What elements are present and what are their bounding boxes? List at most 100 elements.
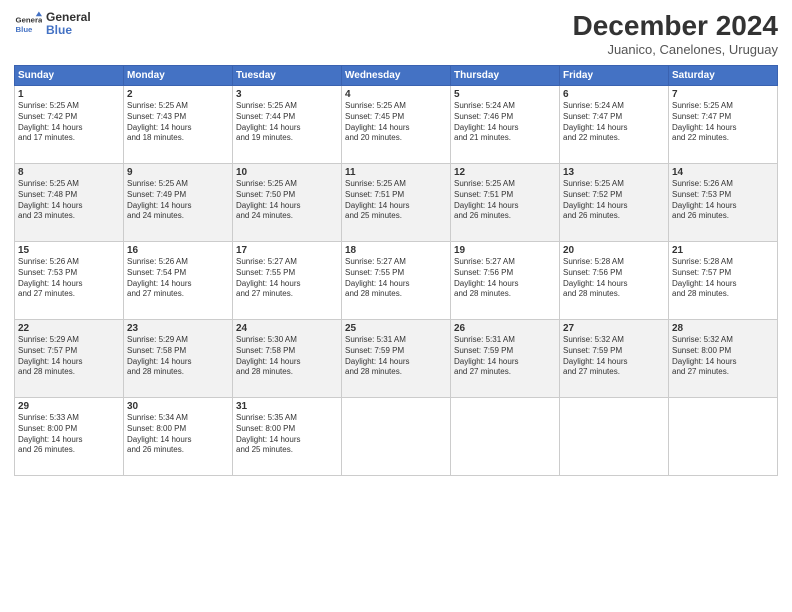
day-info: Sunrise: 5:34 AM Sunset: 8:00 PM Dayligh… xyxy=(127,413,229,456)
day-info: Sunrise: 5:26 AM Sunset: 7:53 PM Dayligh… xyxy=(672,179,774,222)
day-info: Sunrise: 5:25 AM Sunset: 7:52 PM Dayligh… xyxy=(563,179,665,222)
calendar-cell: 4Sunrise: 5:25 AM Sunset: 7:45 PM Daylig… xyxy=(342,86,451,164)
day-number: 26 xyxy=(454,323,556,334)
day-number: 1 xyxy=(18,89,120,100)
day-info: Sunrise: 5:28 AM Sunset: 7:57 PM Dayligh… xyxy=(672,257,774,300)
calendar-cell xyxy=(560,398,669,476)
calendar-week-5: 29Sunrise: 5:33 AM Sunset: 8:00 PM Dayli… xyxy=(15,398,778,476)
day-number: 17 xyxy=(236,245,338,256)
calendar-cell: 13Sunrise: 5:25 AM Sunset: 7:52 PM Dayli… xyxy=(560,164,669,242)
weekday-monday: Monday xyxy=(124,66,233,86)
day-info: Sunrise: 5:24 AM Sunset: 7:47 PM Dayligh… xyxy=(563,101,665,144)
day-number: 15 xyxy=(18,245,120,256)
day-number: 22 xyxy=(18,323,120,334)
day-number: 5 xyxy=(454,89,556,100)
calendar-cell: 18Sunrise: 5:27 AM Sunset: 7:55 PM Dayli… xyxy=(342,242,451,320)
day-info: Sunrise: 5:27 AM Sunset: 7:55 PM Dayligh… xyxy=(236,257,338,300)
day-number: 24 xyxy=(236,323,338,334)
calendar-cell: 21Sunrise: 5:28 AM Sunset: 7:57 PM Dayli… xyxy=(669,242,778,320)
day-number: 21 xyxy=(672,245,774,256)
day-number: 20 xyxy=(563,245,665,256)
weekday-header-row: SundayMondayTuesdayWednesdayThursdayFrid… xyxy=(15,66,778,86)
day-info: Sunrise: 5:29 AM Sunset: 7:58 PM Dayligh… xyxy=(127,335,229,378)
day-number: 30 xyxy=(127,401,229,412)
calendar-week-2: 8Sunrise: 5:25 AM Sunset: 7:48 PM Daylig… xyxy=(15,164,778,242)
calendar-header: SundayMondayTuesdayWednesdayThursdayFrid… xyxy=(15,66,778,86)
day-number: 23 xyxy=(127,323,229,334)
day-number: 7 xyxy=(672,89,774,100)
calendar-cell xyxy=(669,398,778,476)
calendar-body: 1Sunrise: 5:25 AM Sunset: 7:42 PM Daylig… xyxy=(15,86,778,476)
day-info: Sunrise: 5:26 AM Sunset: 7:53 PM Dayligh… xyxy=(18,257,120,300)
logo-icon: General Blue xyxy=(14,10,42,38)
day-number: 28 xyxy=(672,323,774,334)
day-number: 8 xyxy=(18,167,120,178)
page: General Blue General Blue December 2024 … xyxy=(0,0,792,612)
day-info: Sunrise: 5:25 AM Sunset: 7:49 PM Dayligh… xyxy=(127,179,229,222)
calendar-cell: 24Sunrise: 5:30 AM Sunset: 7:58 PM Dayli… xyxy=(233,320,342,398)
main-title: December 2024 xyxy=(573,10,778,42)
calendar-cell: 28Sunrise: 5:32 AM Sunset: 8:00 PM Dayli… xyxy=(669,320,778,398)
calendar-cell: 26Sunrise: 5:31 AM Sunset: 7:59 PM Dayli… xyxy=(451,320,560,398)
svg-text:General: General xyxy=(16,15,42,24)
calendar-cell: 3Sunrise: 5:25 AM Sunset: 7:44 PM Daylig… xyxy=(233,86,342,164)
day-info: Sunrise: 5:31 AM Sunset: 7:59 PM Dayligh… xyxy=(345,335,447,378)
day-info: Sunrise: 5:25 AM Sunset: 7:45 PM Dayligh… xyxy=(345,101,447,144)
day-number: 6 xyxy=(563,89,665,100)
day-info: Sunrise: 5:28 AM Sunset: 7:56 PM Dayligh… xyxy=(563,257,665,300)
calendar-table: SundayMondayTuesdayWednesdayThursdayFrid… xyxy=(14,65,778,476)
day-info: Sunrise: 5:30 AM Sunset: 7:58 PM Dayligh… xyxy=(236,335,338,378)
calendar-cell: 2Sunrise: 5:25 AM Sunset: 7:43 PM Daylig… xyxy=(124,86,233,164)
day-number: 25 xyxy=(345,323,447,334)
day-info: Sunrise: 5:35 AM Sunset: 8:00 PM Dayligh… xyxy=(236,413,338,456)
calendar-cell: 7Sunrise: 5:25 AM Sunset: 7:47 PM Daylig… xyxy=(669,86,778,164)
day-number: 3 xyxy=(236,89,338,100)
calendar-cell: 16Sunrise: 5:26 AM Sunset: 7:54 PM Dayli… xyxy=(124,242,233,320)
weekday-sunday: Sunday xyxy=(15,66,124,86)
calendar-week-4: 22Sunrise: 5:29 AM Sunset: 7:57 PM Dayli… xyxy=(15,320,778,398)
day-number: 9 xyxy=(127,167,229,178)
calendar-cell xyxy=(342,398,451,476)
weekday-saturday: Saturday xyxy=(669,66,778,86)
day-number: 29 xyxy=(18,401,120,412)
day-info: Sunrise: 5:31 AM Sunset: 7:59 PM Dayligh… xyxy=(454,335,556,378)
day-number: 19 xyxy=(454,245,556,256)
header: General Blue General Blue December 2024 … xyxy=(14,10,778,57)
weekday-friday: Friday xyxy=(560,66,669,86)
calendar-cell: 5Sunrise: 5:24 AM Sunset: 7:46 PM Daylig… xyxy=(451,86,560,164)
day-info: Sunrise: 5:25 AM Sunset: 7:44 PM Dayligh… xyxy=(236,101,338,144)
weekday-wednesday: Wednesday xyxy=(342,66,451,86)
day-info: Sunrise: 5:27 AM Sunset: 7:56 PM Dayligh… xyxy=(454,257,556,300)
day-info: Sunrise: 5:25 AM Sunset: 7:43 PM Dayligh… xyxy=(127,101,229,144)
calendar-cell xyxy=(451,398,560,476)
calendar-cell: 30Sunrise: 5:34 AM Sunset: 8:00 PM Dayli… xyxy=(124,398,233,476)
title-block: December 2024 Juanico, Canelones, Urugua… xyxy=(573,10,778,57)
logo-blue: Blue xyxy=(46,24,91,37)
day-info: Sunrise: 5:32 AM Sunset: 8:00 PM Dayligh… xyxy=(672,335,774,378)
calendar-cell: 8Sunrise: 5:25 AM Sunset: 7:48 PM Daylig… xyxy=(15,164,124,242)
calendar-cell: 19Sunrise: 5:27 AM Sunset: 7:56 PM Dayli… xyxy=(451,242,560,320)
day-info: Sunrise: 5:25 AM Sunset: 7:51 PM Dayligh… xyxy=(454,179,556,222)
calendar-cell: 15Sunrise: 5:26 AM Sunset: 7:53 PM Dayli… xyxy=(15,242,124,320)
subtitle: Juanico, Canelones, Uruguay xyxy=(573,42,778,57)
calendar-cell: 17Sunrise: 5:27 AM Sunset: 7:55 PM Dayli… xyxy=(233,242,342,320)
calendar-week-3: 15Sunrise: 5:26 AM Sunset: 7:53 PM Dayli… xyxy=(15,242,778,320)
day-number: 16 xyxy=(127,245,229,256)
day-number: 12 xyxy=(454,167,556,178)
calendar-cell: 23Sunrise: 5:29 AM Sunset: 7:58 PM Dayli… xyxy=(124,320,233,398)
day-info: Sunrise: 5:25 AM Sunset: 7:48 PM Dayligh… xyxy=(18,179,120,222)
calendar-week-1: 1Sunrise: 5:25 AM Sunset: 7:42 PM Daylig… xyxy=(15,86,778,164)
calendar-cell: 6Sunrise: 5:24 AM Sunset: 7:47 PM Daylig… xyxy=(560,86,669,164)
day-number: 2 xyxy=(127,89,229,100)
day-info: Sunrise: 5:24 AM Sunset: 7:46 PM Dayligh… xyxy=(454,101,556,144)
weekday-tuesday: Tuesday xyxy=(233,66,342,86)
calendar-cell: 10Sunrise: 5:25 AM Sunset: 7:50 PM Dayli… xyxy=(233,164,342,242)
weekday-thursday: Thursday xyxy=(451,66,560,86)
day-number: 11 xyxy=(345,167,447,178)
day-number: 31 xyxy=(236,401,338,412)
day-info: Sunrise: 5:25 AM Sunset: 7:42 PM Dayligh… xyxy=(18,101,120,144)
day-info: Sunrise: 5:32 AM Sunset: 7:59 PM Dayligh… xyxy=(563,335,665,378)
calendar-cell: 22Sunrise: 5:29 AM Sunset: 7:57 PM Dayli… xyxy=(15,320,124,398)
day-info: Sunrise: 5:29 AM Sunset: 7:57 PM Dayligh… xyxy=(18,335,120,378)
day-number: 4 xyxy=(345,89,447,100)
